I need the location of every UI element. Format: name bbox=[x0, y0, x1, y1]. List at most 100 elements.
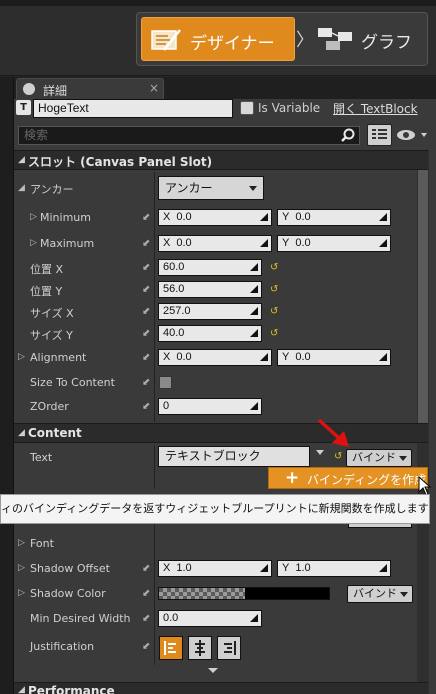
shadow-offset-x-field[interactable]: X 1.0 bbox=[158, 560, 272, 577]
size-x-label: サイズ X bbox=[30, 307, 74, 320]
zorder-value: 0 bbox=[163, 400, 170, 412]
min-desired-width-field[interactable]: 0.0 bbox=[158, 610, 262, 627]
section-performance[interactable]: ◢ Performance bbox=[14, 682, 428, 694]
designer-icon bbox=[151, 29, 181, 51]
bind-pin-icon[interactable]: ⬋ bbox=[142, 378, 152, 388]
collapse-triangle-icon[interactable]: ◢ bbox=[18, 183, 25, 193]
text-widget-icon: T bbox=[16, 100, 31, 115]
shadow-offset-y-field[interactable]: Y 1.0 bbox=[277, 560, 391, 577]
column-divider bbox=[154, 445, 155, 665]
section-content[interactable]: ◢ Content bbox=[14, 423, 428, 443]
show-advanced-chevron-icon[interactable] bbox=[208, 668, 218, 673]
bind-pin-icon[interactable]: ⬋ bbox=[142, 239, 152, 249]
bind-pin-icon[interactable]: ⬋ bbox=[142, 642, 152, 652]
drag-handle-icon bbox=[260, 239, 268, 247]
reset-to-default-icon[interactable]: ↺ bbox=[334, 452, 344, 462]
expand-triangle-icon[interactable]: ▷ bbox=[30, 238, 37, 248]
minimum-x-field[interactable]: X 0.0 bbox=[158, 209, 272, 226]
drag-handle-icon bbox=[379, 564, 387, 572]
shadow-color-swatch[interactable] bbox=[158, 587, 330, 600]
designer-mode-button[interactable]: デザイナー bbox=[141, 17, 295, 61]
property-matrix-button[interactable] bbox=[367, 124, 392, 146]
graph-label[interactable]: グラフ bbox=[361, 28, 412, 53]
justify-center-button[interactable] bbox=[188, 636, 212, 660]
drag-handle-icon bbox=[250, 402, 258, 410]
expand-triangle-icon[interactable]: ▷ bbox=[18, 563, 25, 573]
axis-y-label: Y bbox=[282, 562, 290, 574]
plus-icon: + bbox=[285, 468, 300, 488]
expand-triangle-icon[interactable]: ▷ bbox=[18, 538, 25, 548]
alignment-x-field[interactable]: X 0.0 bbox=[158, 349, 272, 366]
text-bind-button[interactable]: バインド bbox=[346, 449, 412, 467]
anchor-value: アンカー bbox=[165, 181, 213, 195]
font-label: Font bbox=[30, 537, 54, 550]
drag-handle-icon bbox=[250, 285, 258, 293]
bind-pin-icon[interactable]: ⬋ bbox=[142, 353, 152, 363]
minimum-label: Minimum bbox=[40, 211, 91, 224]
text-options-chevron-down-icon[interactable] bbox=[316, 450, 324, 455]
search-input[interactable]: 検索 bbox=[18, 126, 360, 145]
pos-y-field[interactable]: 56.0 bbox=[158, 281, 262, 298]
minimum-y-field[interactable]: Y 0.0 bbox=[277, 209, 391, 226]
size-x-field[interactable]: 257.0 bbox=[158, 303, 262, 320]
drag-handle-icon bbox=[260, 353, 268, 361]
expand-triangle-icon[interactable]: ▷ bbox=[30, 212, 37, 222]
reset-to-default-icon[interactable]: ↺ bbox=[270, 307, 280, 317]
visibility-eye-icon[interactable] bbox=[396, 127, 430, 143]
expand-triangle-icon[interactable]: ▷ bbox=[18, 352, 25, 362]
section-slot[interactable]: ◢ スロット (Canvas Panel Slot) bbox=[14, 150, 428, 170]
drag-handle-icon bbox=[250, 263, 258, 271]
tab-details[interactable]: 詳細 × bbox=[16, 78, 164, 100]
is-variable-checkbox[interactable] bbox=[240, 101, 254, 115]
reset-to-default-icon[interactable]: ↺ bbox=[270, 263, 280, 273]
bind-pin-icon[interactable]: ⬋ bbox=[142, 614, 152, 624]
maximum-y-field[interactable]: Y 0.0 bbox=[277, 235, 391, 252]
details-icon bbox=[23, 83, 35, 95]
scrollbar-thumb[interactable] bbox=[418, 152, 428, 440]
shadow-color-bind-button[interactable]: バインド bbox=[347, 585, 413, 603]
create-binding-tooltip: ィのバインディングデータを返すウィジェットブループリントに新規関数を作成します bbox=[0, 494, 430, 524]
chevron-down-icon bbox=[249, 186, 257, 191]
expand-triangle-icon[interactable]: ▷ bbox=[18, 588, 25, 598]
bind-pin-icon[interactable]: ⬋ bbox=[142, 589, 152, 599]
graph-icon[interactable] bbox=[316, 26, 356, 52]
bind-pin-icon[interactable]: ⬋ bbox=[142, 402, 152, 412]
align-right-icon bbox=[224, 641, 236, 655]
align-left-icon bbox=[164, 641, 176, 655]
bind-pin-icon[interactable]: ⬋ bbox=[142, 285, 152, 295]
bind-pin-icon[interactable]: ⬋ bbox=[142, 307, 152, 317]
zorder-field[interactable]: 0 bbox=[158, 398, 262, 415]
size-y-value: 40.0 bbox=[163, 327, 185, 339]
anchor-dropdown[interactable]: アンカー bbox=[158, 176, 264, 200]
shadow-offset-x-value: 1.0 bbox=[176, 562, 192, 574]
size-x-value: 257.0 bbox=[163, 305, 191, 317]
mouse-cursor-icon bbox=[418, 476, 432, 496]
widget-name-input[interactable]: HogeText bbox=[33, 99, 233, 118]
create-binding-menu-item[interactable]: + バインディングを作成 bbox=[268, 467, 428, 489]
bind-pin-icon[interactable]: ⬋ bbox=[142, 564, 152, 574]
maximum-x-field[interactable]: X 0.0 bbox=[158, 235, 272, 252]
size-to-content-label: Size To Content bbox=[30, 376, 115, 389]
collapse-triangle-icon: ◢ bbox=[18, 155, 25, 165]
zorder-label: ZOrder bbox=[30, 400, 69, 413]
justify-left-button[interactable] bbox=[159, 636, 183, 660]
pos-x-field[interactable]: 60.0 bbox=[158, 259, 262, 276]
open-textblock-link[interactable]: 開く TextBlock bbox=[333, 100, 418, 117]
reset-to-default-icon[interactable]: ↺ bbox=[270, 329, 280, 339]
size-to-content-checkbox[interactable] bbox=[159, 376, 172, 389]
bind-pin-icon[interactable]: ⬋ bbox=[142, 329, 152, 339]
axis-x-label: X bbox=[163, 237, 171, 249]
size-y-field[interactable]: 40.0 bbox=[158, 325, 262, 342]
alignment-y-field[interactable]: Y 0.0 bbox=[277, 349, 391, 366]
justify-right-button[interactable] bbox=[217, 636, 241, 660]
pos-x-label: 位置 X bbox=[30, 263, 64, 276]
reset-to-default-icon[interactable]: ↺ bbox=[270, 285, 280, 295]
text-value-field[interactable]: テキストブロック bbox=[158, 446, 310, 467]
bind-label: バインド bbox=[352, 451, 396, 464]
bind-pin-icon[interactable]: ⬋ bbox=[142, 263, 152, 273]
close-icon[interactable]: × bbox=[149, 81, 159, 95]
designer-label: デザイナー bbox=[190, 34, 275, 54]
text-label: Text bbox=[30, 451, 53, 464]
bind-pin-icon[interactable]: ⬋ bbox=[142, 213, 152, 223]
axis-y-label: Y bbox=[282, 351, 290, 363]
